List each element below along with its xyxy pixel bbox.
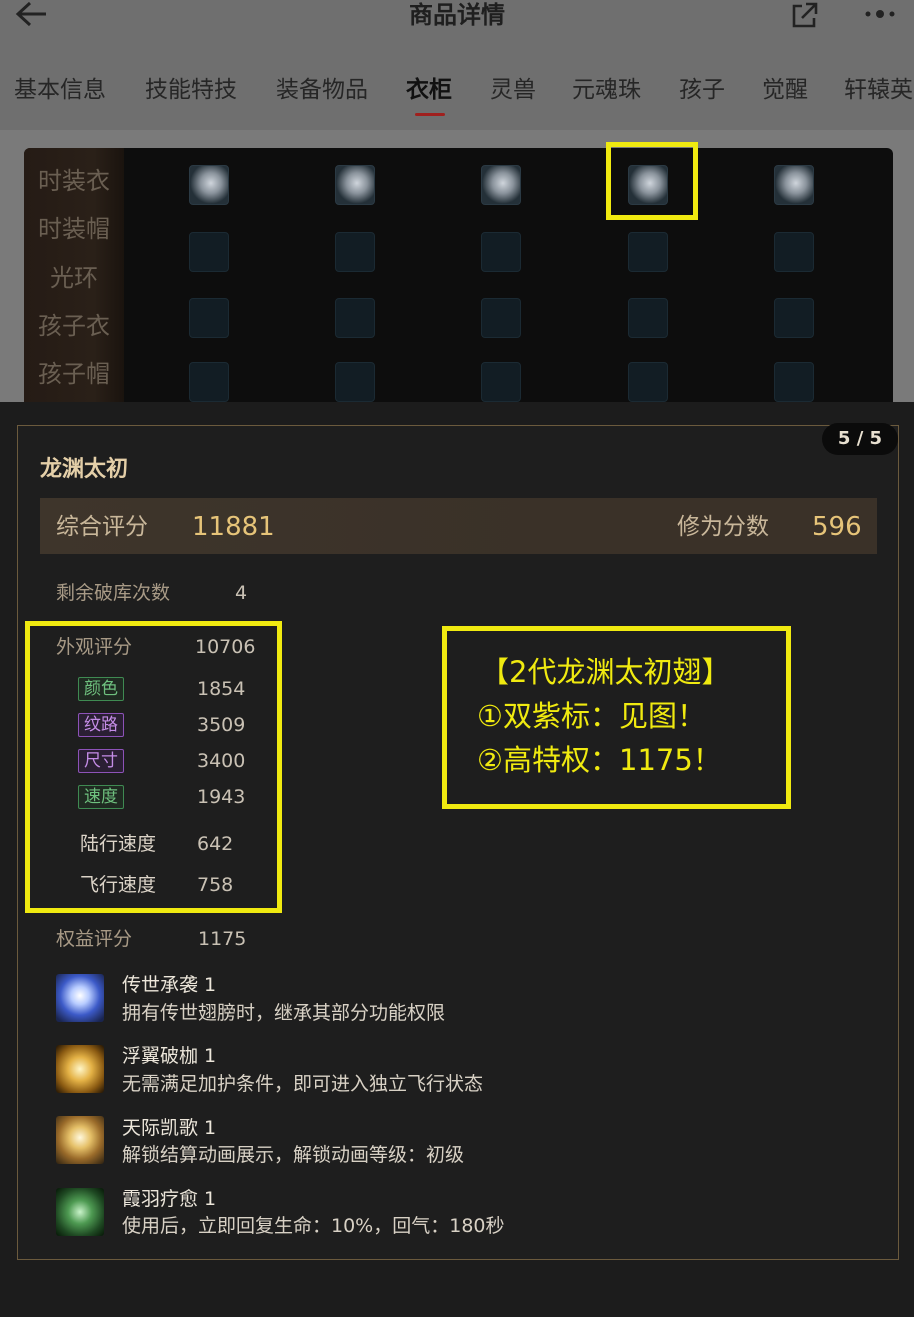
empty-slot-icon[interactable]	[774, 362, 814, 402]
overall-score-value: 11881	[192, 512, 275, 542]
skill-name: 浮翼破枷 1	[122, 1045, 217, 1067]
empty-slot-icon[interactable]	[335, 362, 375, 402]
score-bar: 综合评分 11881 修为分数 596	[40, 498, 877, 554]
pager-indicator: 5 / 5	[822, 423, 898, 455]
cultivation-score-label: 修为分数	[677, 514, 769, 540]
tab-awakening[interactable]: 觉醒	[762, 74, 808, 106]
empty-slot-icon[interactable]	[189, 298, 229, 338]
empty-slot-icon[interactable]	[774, 298, 814, 338]
wardrobe-row-label: 光环	[50, 264, 98, 292]
note-line: ②高特权：1175！	[477, 743, 722, 777]
tab-basic-info[interactable]: 基本信息	[14, 74, 106, 106]
wing-legacy-icon	[56, 974, 104, 1022]
empty-slot-icon[interactable]	[481, 232, 521, 272]
active-tab-indicator	[415, 113, 445, 116]
tab-soul-orb[interactable]: 元魂珠	[572, 74, 641, 106]
tab-wardrobe[interactable]: 衣柜	[406, 74, 452, 106]
skill-desc: 使用后，立即回复生命：10%，回气：180秒	[122, 1215, 505, 1237]
feather-wing-icon[interactable]	[189, 165, 229, 205]
overall-score-label: 综合评分	[56, 514, 148, 540]
top-bar: 商品详情	[0, 0, 914, 52]
tab-children[interactable]: 孩子	[679, 74, 725, 106]
note-line: ①双紫标：见图！	[477, 699, 706, 733]
tab-equipment[interactable]: 装备物品	[276, 74, 368, 106]
feather-wing-icon[interactable]	[335, 165, 375, 205]
empty-slot-icon[interactable]	[628, 362, 668, 402]
feather-wing-icon[interactable]	[774, 165, 814, 205]
tab-pets[interactable]: 灵兽	[490, 74, 536, 106]
annotation-note: 【2代龙渊太初翅】 ①双紫标：见图！ ②高特权：1175！	[450, 650, 786, 782]
skill-name: 传世承袭 1	[122, 974, 217, 996]
feather-wing-icon[interactable]	[481, 165, 521, 205]
golden-wing-icon	[56, 1045, 104, 1093]
wardrobe-row-label: 孩子衣	[38, 312, 110, 340]
wardrobe-grid: 时装衣 时装帽 光环 孩子衣 孩子帽	[24, 148, 893, 402]
skill-desc: 解锁结算动画展示，解锁动画等级：初级	[122, 1144, 465, 1166]
empty-slot-icon[interactable]	[335, 298, 375, 338]
skill-desc: 拥有传世翅膀时，继承其部分功能权限	[122, 1002, 446, 1024]
remaining-breaks-value: 4	[235, 582, 248, 604]
tab-xuanyuan[interactable]: 轩辕英	[844, 74, 913, 106]
empty-slot-icon[interactable]	[335, 232, 375, 272]
highlight-box	[25, 621, 282, 913]
rights-score-value: 1175	[198, 928, 247, 950]
item-name: 龙渊太初	[40, 457, 129, 482]
remaining-breaks-label: 剩余破库次数	[56, 582, 171, 604]
category-tabs: 基本信息 技能特技 装备物品 衣柜 灵兽 元魂珠 孩子 觉醒 轩辕英	[0, 52, 914, 130]
lightning-wing-icon	[56, 1116, 104, 1164]
wardrobe-row-label: 孩子帽	[38, 360, 110, 388]
empty-slot-icon[interactable]	[189, 232, 229, 272]
rights-score-label: 权益评分	[56, 928, 133, 950]
note-line: 【2代龙渊太初翅】	[480, 655, 731, 689]
empty-slot-icon[interactable]	[628, 298, 668, 338]
page-title: 商品详情	[409, 1, 505, 29]
skill-desc: 无需满足加护条件，即可进入独立飞行状态	[122, 1073, 484, 1095]
skill-name: 天际凯歌 1	[122, 1117, 217, 1139]
empty-slot-icon[interactable]	[481, 362, 521, 402]
share-icon[interactable]	[790, 2, 818, 28]
more-dots-icon[interactable]	[862, 2, 902, 26]
tab-skills[interactable]: 技能特技	[145, 74, 237, 106]
empty-slot-icon[interactable]	[774, 232, 814, 272]
empty-slot-icon[interactable]	[481, 298, 521, 338]
empty-slot-icon[interactable]	[189, 362, 229, 402]
wardrobe-category-column: 时装衣 时装帽 光环 孩子衣 孩子帽	[24, 148, 124, 402]
empty-slot-icon[interactable]	[628, 232, 668, 272]
wardrobe-row-label: 时装帽	[38, 215, 110, 243]
healing-figure-icon	[56, 1188, 104, 1236]
skill-name: 霞羽疗愈 1	[122, 1188, 217, 1210]
wardrobe-row-label: 时装衣	[38, 167, 110, 195]
cultivation-score-value: 596	[812, 512, 862, 542]
highlight-box	[606, 142, 698, 220]
